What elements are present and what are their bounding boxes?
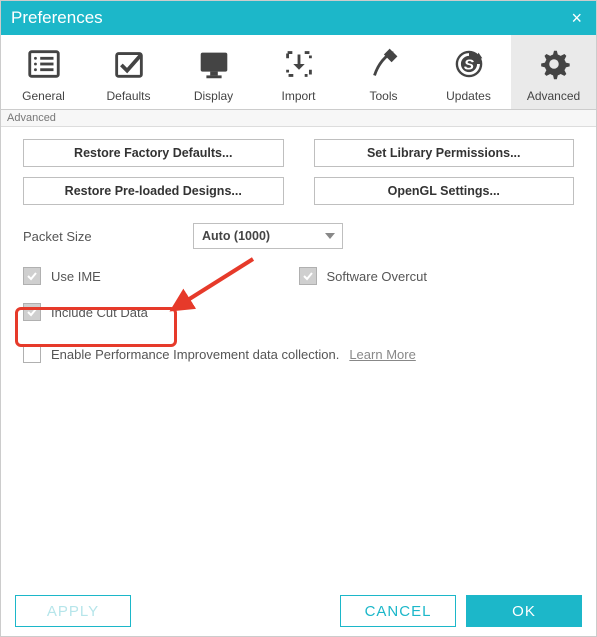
content-panel: Restore Factory Defaults... Set Library …	[1, 127, 596, 389]
monitor-icon	[195, 45, 233, 83]
titlebar: Preferences ×	[1, 1, 596, 35]
include-cut-checkbox[interactable]	[23, 303, 41, 321]
restore-preloaded-button[interactable]: Restore Pre-loaded Designs...	[23, 177, 284, 205]
tab-label: General	[1, 89, 86, 103]
section-header: Advanced	[1, 110, 596, 127]
tab-label: Updates	[426, 89, 511, 103]
window-title: Preferences	[11, 8, 103, 28]
tab-label: Import	[256, 89, 341, 103]
tab-tools[interactable]: Tools	[341, 35, 426, 109]
svg-text:S: S	[463, 57, 473, 74]
restore-factory-button[interactable]: Restore Factory Defaults...	[23, 139, 284, 167]
tab-display[interactable]: Display	[171, 35, 256, 109]
chevron-down-icon	[324, 230, 336, 242]
include-cut-label: Include Cut Data	[51, 305, 148, 320]
import-icon	[280, 45, 318, 83]
tab-import[interactable]: Import	[256, 35, 341, 109]
packet-size-value: Auto (1000)	[202, 229, 270, 243]
software-overcut-label: Software Overcut	[327, 269, 427, 284]
tab-label: Defaults	[86, 89, 171, 103]
list-icon	[25, 45, 63, 83]
use-ime-checkbox[interactable]	[23, 267, 41, 285]
tab-label: Advanced	[511, 89, 596, 103]
packet-size-label: Packet Size	[23, 229, 193, 244]
tabs-bar: General Defaults Display Import Tools S …	[1, 35, 596, 110]
footer-bar: APPLY CANCEL OK	[1, 586, 596, 636]
tab-label: Display	[171, 89, 256, 103]
tab-updates[interactable]: S Updates	[426, 35, 511, 109]
learn-more-link[interactable]: Learn More	[349, 347, 415, 362]
apply-button[interactable]: APPLY	[15, 595, 131, 627]
updates-icon: S	[450, 45, 488, 83]
tab-defaults[interactable]: Defaults	[86, 35, 171, 109]
tab-general[interactable]: General	[1, 35, 86, 109]
enable-perf-checkbox[interactable]	[23, 345, 41, 363]
close-icon[interactable]: ×	[567, 8, 586, 29]
pen-icon	[365, 45, 403, 83]
gear-icon	[535, 45, 573, 83]
use-ime-label: Use IME	[51, 269, 101, 284]
software-overcut-checkbox[interactable]	[299, 267, 317, 285]
cancel-button[interactable]: CANCEL	[340, 595, 456, 627]
opengl-button[interactable]: OpenGL Settings...	[314, 177, 575, 205]
set-library-button[interactable]: Set Library Permissions...	[314, 139, 575, 167]
tab-advanced[interactable]: Advanced	[511, 35, 596, 109]
checkbox-icon	[110, 45, 148, 83]
packet-size-select[interactable]: Auto (1000)	[193, 223, 343, 249]
ok-button[interactable]: OK	[466, 595, 582, 627]
enable-perf-label: Enable Performance Improvement data coll…	[51, 347, 339, 362]
tab-label: Tools	[341, 89, 426, 103]
